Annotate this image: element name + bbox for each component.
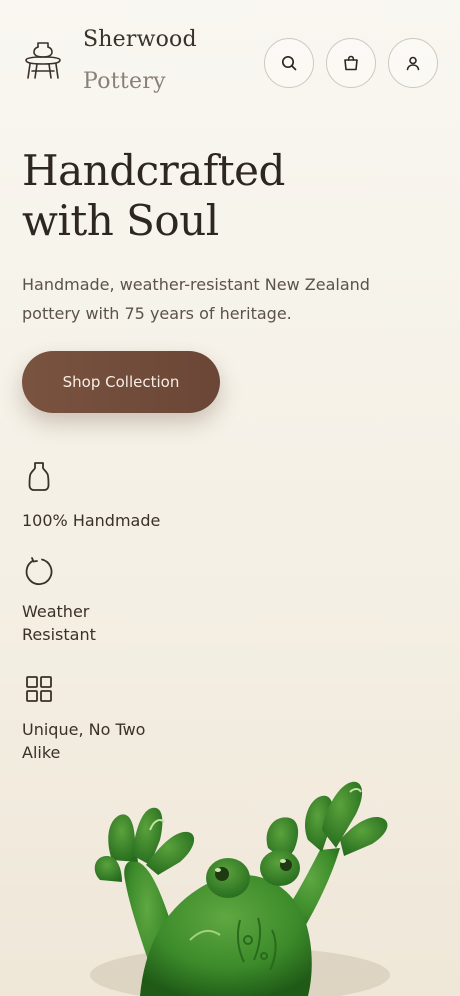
search-icon (281, 55, 297, 71)
cart-button[interactable] (326, 38, 376, 88)
account-button[interactable] (388, 38, 438, 88)
page: Sherwood Pottery Handcrafted with Soul H… (0, 0, 460, 996)
ceramic-frog-image (90, 781, 390, 996)
grid-icon (26, 676, 52, 702)
brand-line2: Pottery (83, 69, 166, 94)
header-actions (264, 38, 438, 88)
header: Sherwood Pottery (22, 24, 438, 104)
feature-label-unique: Unique, No Two Alike (22, 720, 146, 762)
hero-title: Handcrafted with Soul (22, 146, 322, 246)
feature-weather-resistant: Weather Resistant (22, 554, 222, 646)
hero-title-line2: with Soul (22, 196, 219, 245)
brand-name[interactable]: Sherwood Pottery (83, 24, 197, 98)
user-icon (406, 56, 420, 71)
feature-handmade: 100% Handmade (22, 460, 222, 532)
feature-label-handmade: 100% Handmade (22, 511, 161, 530)
pottery-wheel-logo-icon[interactable] (22, 38, 64, 84)
refresh-icon (25, 557, 53, 585)
shop-collection-button[interactable]: Shop Collection (22, 351, 220, 413)
feature-unique: Unique, No Two Alike (22, 672, 222, 764)
search-button[interactable] (264, 38, 314, 88)
hero-title-line1: Handcrafted (22, 146, 285, 195)
hero-subtitle: Handmade, weather-resistant New Zealand … (22, 275, 370, 323)
feature-label-weather: Weather Resistant (22, 602, 96, 644)
shopping-bag-icon (344, 55, 358, 71)
vase-icon (28, 462, 50, 491)
brand-line1: Sherwood (83, 27, 197, 52)
